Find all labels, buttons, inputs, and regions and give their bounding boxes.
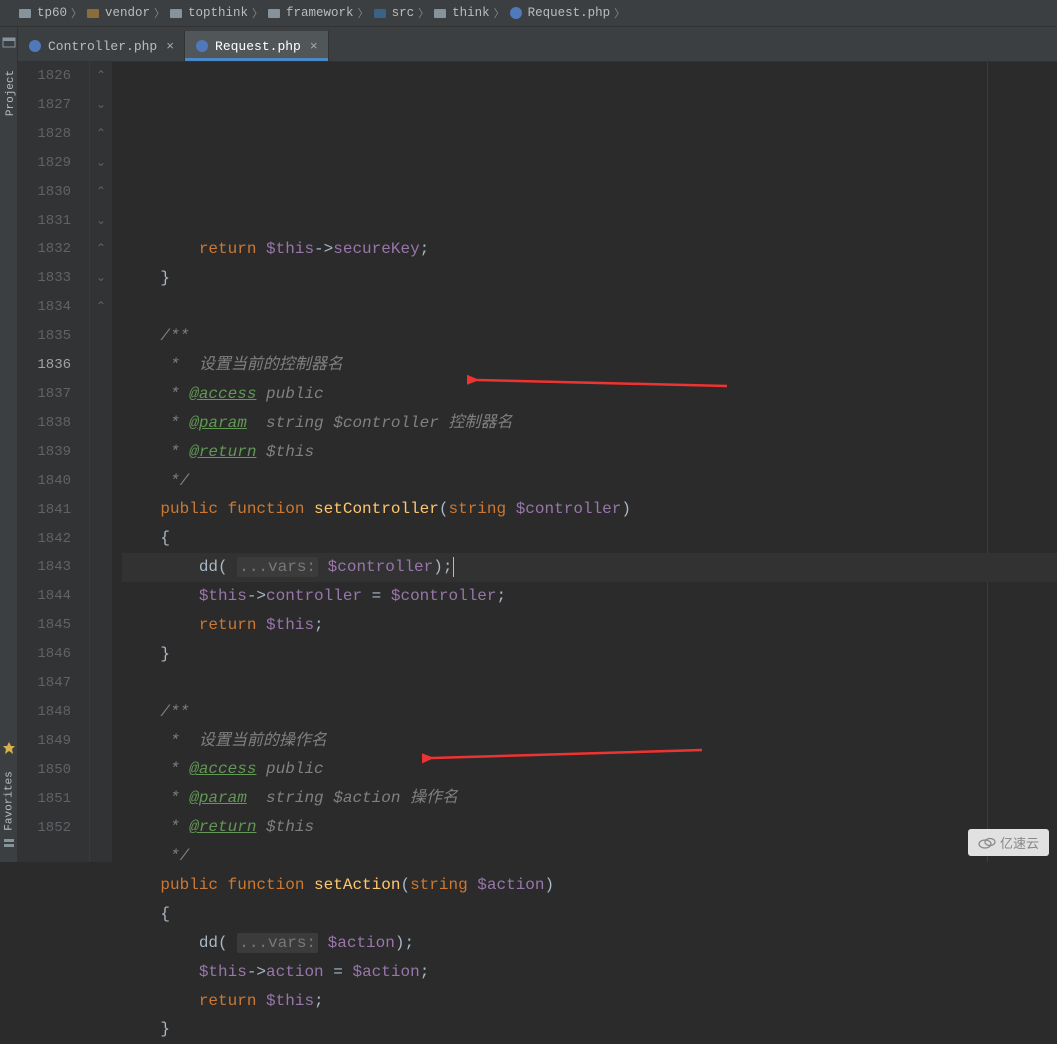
folder-icon <box>433 6 447 20</box>
php-file-icon <box>195 39 209 53</box>
folder-icon <box>267 6 281 20</box>
code-line[interactable]: * @access public <box>122 380 1057 409</box>
code-line[interactable]: * 设置当前的控制器名 <box>122 351 1057 380</box>
fold-gutter[interactable]: ⌃ ⌄ ⌃⌄ ⌃ ⌄ ⌃⌄ ⌃ <box>90 62 112 862</box>
code-line[interactable]: } <box>122 640 1057 669</box>
tool-rail-left: Project Favorites <box>0 27 18 862</box>
breadcrumb-separator: 〉 <box>418 5 429 21</box>
project-tool-icon[interactable] <box>2 35 16 54</box>
php-file-icon <box>28 39 42 53</box>
breadcrumb-label: Request.php <box>528 6 611 20</box>
code-line[interactable]: $this->action = $action; <box>122 958 1057 987</box>
code-line[interactable]: public function setController(string $co… <box>122 495 1057 524</box>
folder-pkg-icon <box>86 6 100 20</box>
breadcrumb-separator: 〉 <box>494 5 505 21</box>
code-editor[interactable]: 1826182718281829183018311832183318341835… <box>18 62 1057 862</box>
breadcrumb-label: think <box>452 6 490 20</box>
code-line[interactable]: */ <box>122 842 1057 871</box>
code-line[interactable]: } <box>122 1015 1057 1044</box>
tab-label: Controller.php <box>48 39 157 54</box>
php-icon <box>509 6 523 20</box>
breadcrumb-item[interactable]: src <box>373 6 415 20</box>
code-line[interactable] <box>122 669 1057 698</box>
breadcrumb-label: vendor <box>105 6 150 20</box>
code-line[interactable]: * @param string $action 操作名 <box>122 784 1057 813</box>
breadcrumb-label: framework <box>286 6 354 20</box>
breadcrumb-item[interactable]: topthink <box>169 6 248 20</box>
editor-tab[interactable]: Request.php × <box>185 31 329 61</box>
code-line[interactable]: /** <box>122 322 1057 351</box>
code-line[interactable]: return $this->secureKey; <box>122 235 1057 264</box>
code-line[interactable]: dd( ...vars: $action); <box>122 929 1057 958</box>
breadcrumb-separator: 〉 <box>358 5 369 21</box>
editor-tab[interactable]: Controller.php × <box>18 31 185 61</box>
code-line[interactable]: * @return $this <box>122 438 1057 467</box>
tab-label: Request.php <box>215 39 301 54</box>
close-icon[interactable]: × <box>166 39 174 54</box>
breadcrumb: tp60〉vendor〉topthink〉framework〉src〉think… <box>0 0 1057 27</box>
folder-src-icon <box>373 6 387 20</box>
breadcrumb-label: src <box>392 6 415 20</box>
line-gutter: 1826182718281829183018311832183318341835… <box>18 62 90 862</box>
code-line[interactable]: */ <box>122 467 1057 496</box>
code-line[interactable]: dd( ...vars: $controller); <box>122 553 1057 582</box>
code-area[interactable]: return $this->secureKey; } /** * 设置当前的控制… <box>112 62 1057 862</box>
editor-tabs: Controller.php × Request.php × <box>0 27 1057 62</box>
code-line[interactable]: return $this; <box>122 987 1057 1016</box>
breadcrumb-item[interactable]: vendor <box>86 6 150 20</box>
code-line[interactable] <box>122 293 1057 322</box>
code-line[interactable]: { <box>122 524 1057 553</box>
folder-icon <box>18 6 32 20</box>
structure-tool-icon[interactable] <box>2 837 16 856</box>
code-line[interactable]: * 设置当前的操作名 <box>122 727 1057 756</box>
code-line[interactable]: * @access public <box>122 755 1057 784</box>
breadcrumb-item[interactable]: Request.php <box>509 6 611 20</box>
code-line[interactable]: { <box>122 900 1057 929</box>
breadcrumb-item[interactable]: tp60 <box>18 6 67 20</box>
code-line[interactable]: return $this; <box>122 611 1057 640</box>
code-line[interactable]: public function setAction(string $action… <box>122 871 1057 900</box>
breadcrumb-label: tp60 <box>37 6 67 20</box>
close-icon[interactable]: × <box>310 39 318 54</box>
breadcrumb-separator: 〉 <box>154 5 165 21</box>
breadcrumb-item[interactable]: think <box>433 6 490 20</box>
breadcrumb-label: topthink <box>188 6 248 20</box>
code-line[interactable]: /** <box>122 698 1057 727</box>
code-line[interactable]: $this->controller = $controller; <box>122 582 1057 611</box>
project-tool-label[interactable]: Project <box>5 70 17 116</box>
code-line[interactable]: * @param string $controller 控制器名 <box>122 409 1057 438</box>
watermark: 亿速云 <box>968 829 1049 856</box>
breadcrumb-item[interactable]: framework <box>267 6 354 20</box>
breadcrumb-separator: 〉 <box>252 5 263 21</box>
folder-icon <box>169 6 183 20</box>
watermark-text: 亿速云 <box>1000 833 1039 852</box>
code-line[interactable]: * @return $this <box>122 813 1057 842</box>
favorites-tool-label[interactable]: Favorites <box>4 771 16 830</box>
code-line[interactable]: } <box>122 264 1057 293</box>
favorites-tool-icon[interactable] <box>2 741 16 760</box>
breadcrumb-separator: 〉 <box>71 5 82 21</box>
